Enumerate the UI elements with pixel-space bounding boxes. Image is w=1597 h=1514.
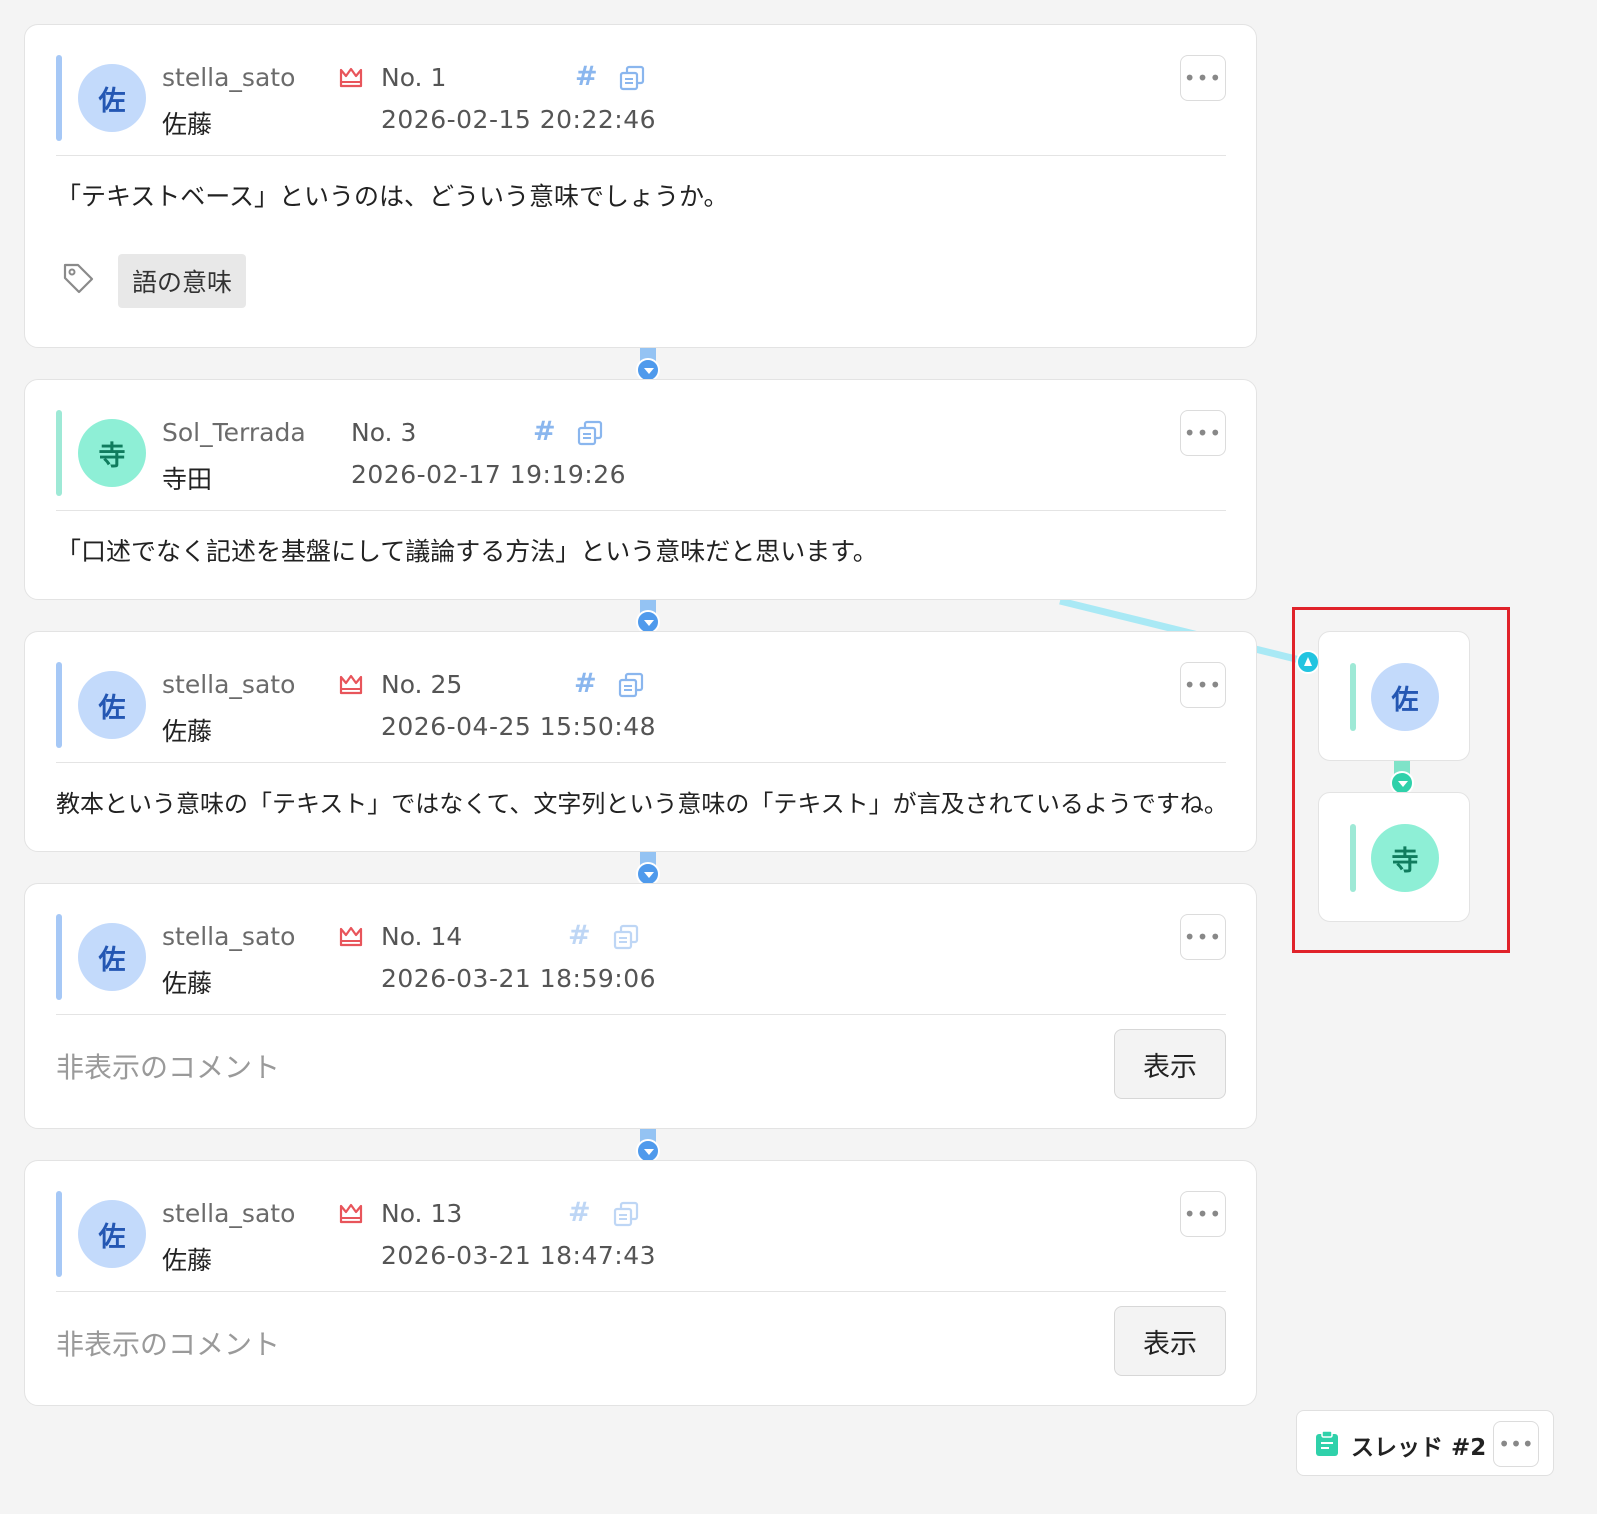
- copy-icon[interactable]: [618, 64, 646, 92]
- post-header: 佐 stella_sato 佐藤 No. 1 2026-02-15 20:22:…: [56, 55, 1226, 141]
- author-accent-bar: [56, 914, 62, 1000]
- header-divider: [56, 510, 1226, 511]
- author-accent-bar: [56, 1191, 62, 1277]
- hash-icon[interactable]: #: [568, 1197, 591, 1228]
- tag-icon: [63, 263, 94, 294]
- hidden-comment-label: 非表示のコメント: [56, 1051, 281, 1084]
- post-menu-button[interactable]: •••: [1180, 662, 1226, 708]
- tag-chip[interactable]: 語の意味: [118, 254, 247, 308]
- post-menu-button[interactable]: •••: [1180, 55, 1226, 101]
- post-card: 佐 stella_sato 佐藤 No. 25 2026-04-25 15:50…: [24, 631, 1257, 852]
- username[interactable]: stella_sato: [162, 1199, 295, 1228]
- document-icon: [1316, 1431, 1338, 1456]
- header-divider: [56, 762, 1226, 763]
- post-header: 寺 Sol_Terrada 寺田 No. 3 2026-02-17 19:19:…: [56, 410, 1226, 496]
- post-menu-button[interactable]: •••: [1180, 410, 1226, 456]
- post-menu-button[interactable]: •••: [1180, 1191, 1226, 1237]
- post-datetime: 2026-03-21 18:47:43: [381, 1241, 657, 1270]
- header-divider: [56, 155, 1226, 156]
- copy-icon[interactable]: [612, 1200, 640, 1228]
- ellipsis-icon: •••: [1183, 1202, 1223, 1226]
- hash-icon[interactable]: #: [568, 920, 591, 951]
- post-number: No. 1: [381, 63, 447, 92]
- show-comment-button[interactable]: 表示: [1114, 1029, 1226, 1099]
- post-card: 寺 Sol_Terrada 寺田 No. 3 2026-02-17 19:19:…: [24, 379, 1257, 600]
- display-name: 佐藤: [162, 110, 213, 139]
- highlight-box: [1292, 607, 1510, 953]
- display-name: 佐藤: [162, 969, 213, 998]
- post-body: 教本という意味の「テキスト」ではなくて、文字列という意味の「テキスト」が言及され…: [56, 790, 1228, 818]
- header-divider: [56, 1014, 1226, 1015]
- ellipsis-icon: •••: [1183, 673, 1223, 697]
- post-card: 佐 stella_sato 佐藤 No. 1 2026-02-15 20:22:…: [24, 24, 1257, 348]
- post-body: 「口述でなく記述を基盤にして議論する方法」という意味だと思います。: [56, 537, 878, 566]
- username[interactable]: stella_sato: [162, 63, 295, 92]
- post-datetime: 2026-02-15 20:22:46: [381, 105, 657, 134]
- post-header: 佐 stella_sato 佐藤 No. 25 2026-04-25 15:50…: [56, 662, 1226, 748]
- hash-icon[interactable]: #: [575, 61, 598, 92]
- avatar[interactable]: 佐: [78, 671, 146, 739]
- ellipsis-icon: •••: [1183, 925, 1223, 949]
- ellipsis-icon: •••: [1498, 1432, 1534, 1456]
- username[interactable]: Sol_Terrada: [162, 418, 306, 447]
- crown-icon: [339, 1203, 363, 1224]
- post-datetime: 2026-04-25 15:50:48: [381, 712, 657, 741]
- ellipsis-icon: •••: [1183, 421, 1223, 445]
- thread-switcher[interactable]: スレッド #2 •••: [1296, 1410, 1554, 1476]
- copy-icon[interactable]: [617, 671, 645, 699]
- hash-icon[interactable]: #: [533, 416, 556, 447]
- post-card: 佐 stella_sato 佐藤 No. 13 2026-03-21 18:47…: [24, 1160, 1257, 1406]
- copy-icon[interactable]: [576, 419, 604, 447]
- thread-label[interactable]: スレッド #2: [1351, 1428, 1486, 1462]
- hidden-comment-label: 非表示のコメント: [56, 1328, 281, 1361]
- avatar[interactable]: 佐: [78, 1200, 146, 1268]
- header-divider: [56, 1291, 1226, 1292]
- hash-icon[interactable]: #: [574, 668, 597, 699]
- post-header: 佐 stella_sato 佐藤 No. 13 2026-03-21 18:47…: [56, 1191, 1226, 1277]
- username[interactable]: stella_sato: [162, 922, 295, 951]
- post-datetime: 2026-02-17 19:19:26: [351, 460, 627, 489]
- author-accent-bar: [56, 662, 62, 748]
- crown-icon: [339, 926, 363, 947]
- ellipsis-icon: •••: [1183, 66, 1223, 90]
- author-accent-bar: [56, 410, 62, 496]
- post-number: No. 25: [381, 670, 463, 699]
- post-number: No. 14: [381, 922, 463, 951]
- post-body: 「テキストベース」というのは、どういう意味でしょうか。: [56, 182, 729, 211]
- avatar[interactable]: 寺: [78, 419, 146, 487]
- post-number: No. 13: [381, 1199, 463, 1228]
- crown-icon: [339, 674, 363, 695]
- author-accent-bar: [56, 55, 62, 141]
- post-menu-button[interactable]: •••: [1180, 914, 1226, 960]
- avatar[interactable]: 佐: [78, 64, 146, 132]
- post-header: 佐 stella_sato 佐藤 No. 14 2026-03-21 18:59…: [56, 914, 1226, 1000]
- username[interactable]: stella_sato: [162, 670, 295, 699]
- thread-menu-button[interactable]: •••: [1493, 1421, 1539, 1467]
- show-comment-button[interactable]: 表示: [1114, 1306, 1226, 1376]
- display-name: 佐藤: [162, 1246, 213, 1275]
- crown-icon: [339, 67, 363, 88]
- avatar[interactable]: 佐: [78, 923, 146, 991]
- display-name: 佐藤: [162, 717, 213, 746]
- post-card: 佐 stella_sato 佐藤 No. 14 2026-03-21 18:59…: [24, 883, 1257, 1129]
- copy-icon[interactable]: [612, 923, 640, 951]
- display-name: 寺田: [162, 465, 213, 494]
- post-number: No. 3: [351, 418, 417, 447]
- post-datetime: 2026-03-21 18:59:06: [381, 964, 657, 993]
